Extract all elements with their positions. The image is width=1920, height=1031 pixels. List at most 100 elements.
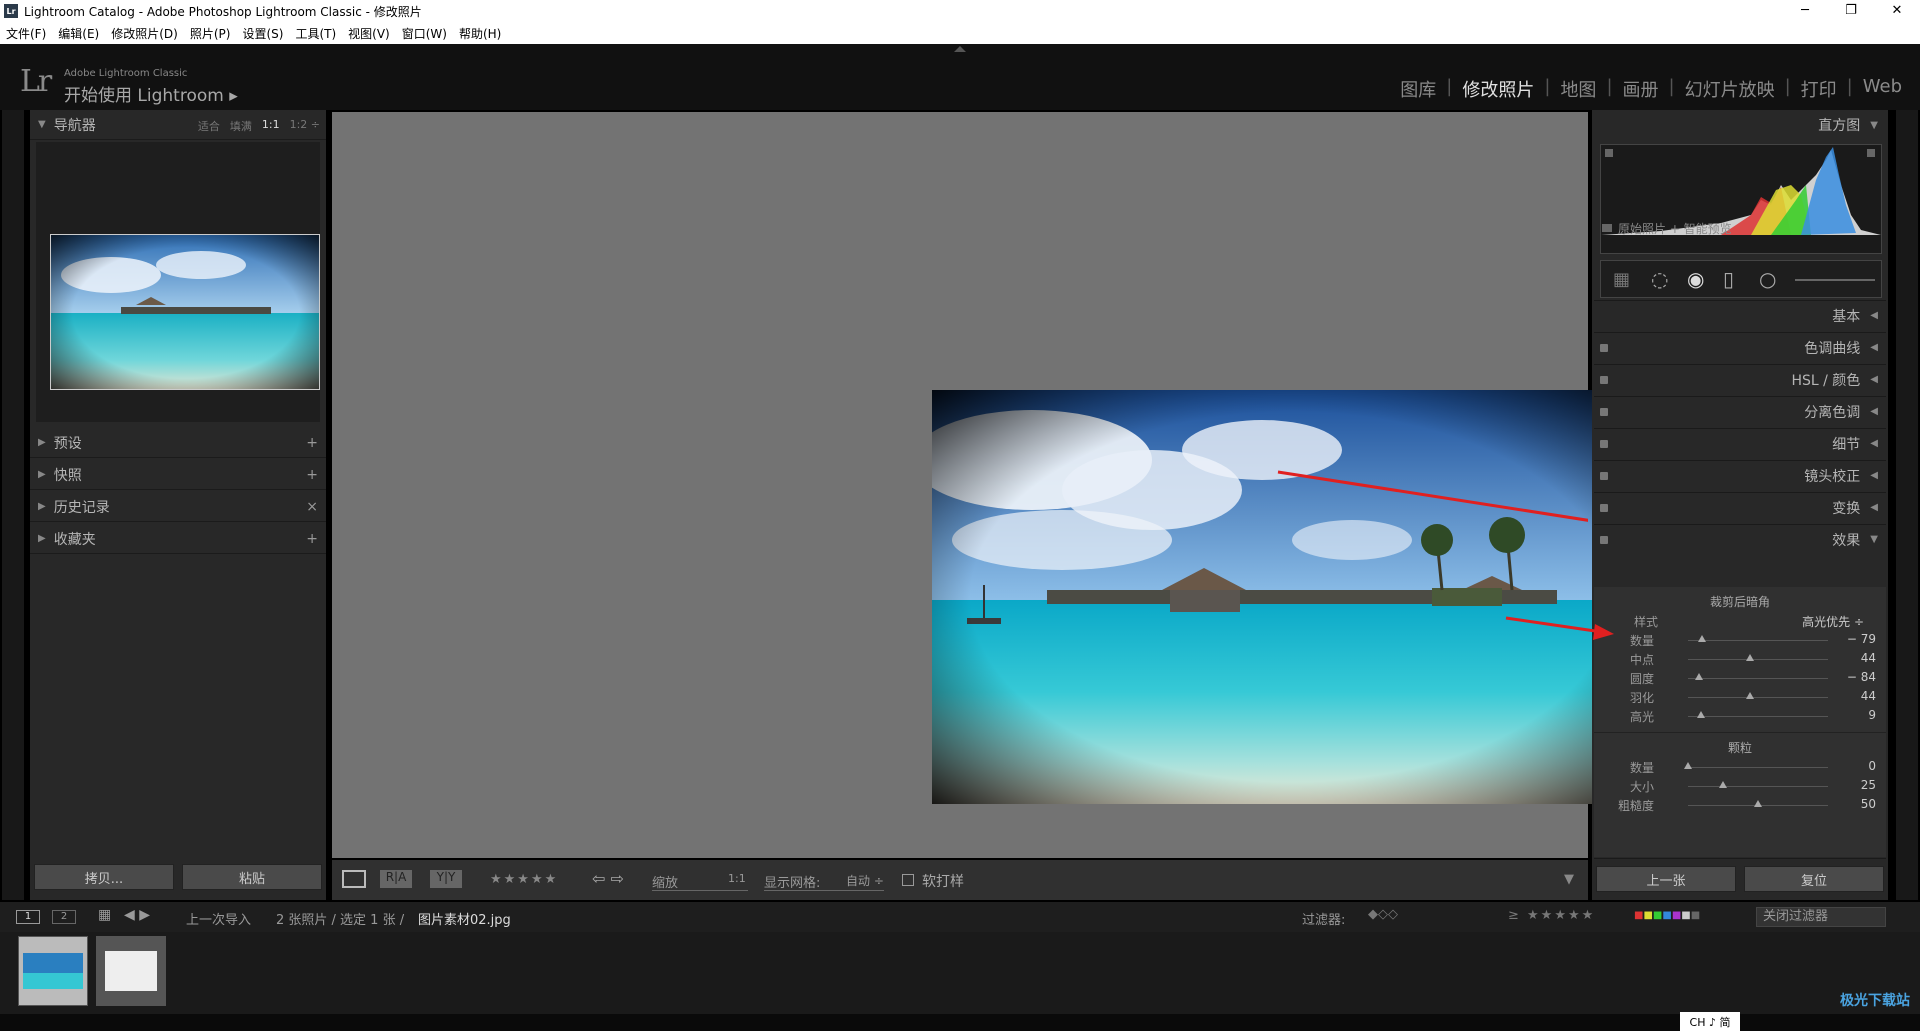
loupe-view-icon[interactable] bbox=[342, 870, 366, 888]
panel-switch-icon[interactable] bbox=[1600, 503, 1608, 512]
right-panel-3[interactable]: 分离色调 ◀ bbox=[1594, 396, 1886, 426]
before-after-tb-icon[interactable]: Y|Y bbox=[430, 870, 462, 888]
graduated-filter-icon[interactable]: ▯ bbox=[1723, 267, 1734, 291]
right-edge-toggle[interactable] bbox=[1896, 110, 1918, 900]
page1[interactable]: 1 bbox=[16, 910, 40, 924]
bottom-edge-toggle[interactable] bbox=[0, 1014, 1920, 1031]
menu-item-6[interactable]: 视图(V) bbox=[348, 25, 390, 42]
slider-粗糙度[interactable]: 粗糙度 50 bbox=[1594, 797, 1886, 815]
zoom-fill[interactable]: 填满 bbox=[230, 118, 252, 134]
right-panel-4[interactable]: 细节 ◀ bbox=[1594, 428, 1886, 458]
menu-item-1[interactable]: 编辑(E) bbox=[58, 25, 99, 42]
page2[interactable]: 2 bbox=[52, 910, 76, 924]
slider-thumb[interactable] bbox=[1696, 711, 1705, 718]
filename[interactable]: 图片素材02.jpg bbox=[418, 909, 511, 928]
menu-item-8[interactable]: 帮助(H) bbox=[459, 25, 501, 42]
slider-thumb[interactable] bbox=[1754, 800, 1762, 807]
grid-slider[interactable] bbox=[764, 890, 884, 891]
slider-value[interactable]: 25 bbox=[1836, 778, 1876, 792]
panel-action-icon[interactable]: + bbox=[306, 467, 318, 483]
slider-value[interactable]: − 84 bbox=[1836, 670, 1876, 684]
filmstrip-thumb-1[interactable] bbox=[18, 936, 88, 1006]
slider-track[interactable] bbox=[1688, 659, 1828, 660]
slider-thumb[interactable] bbox=[1698, 635, 1706, 642]
filmstrip-thumb-2[interactable] bbox=[96, 936, 166, 1006]
left-panel-2[interactable]: ▶ 历史记录 × bbox=[30, 492, 326, 522]
before-after-lr-icon[interactable]: R|A bbox=[380, 870, 412, 888]
right-panel-6[interactable]: 变换 ◀ bbox=[1594, 492, 1886, 522]
spot-removal-icon[interactable]: ◌ bbox=[1651, 267, 1668, 291]
slider-track[interactable] bbox=[1688, 678, 1828, 679]
crop-grid-icon[interactable]: ▦ bbox=[1613, 269, 1630, 290]
star-filter-icon[interactable]: ≥ ★★★★★ bbox=[1508, 908, 1595, 923]
menu-item-4[interactable]: 设置(S) bbox=[242, 25, 283, 42]
flag-filter-icon[interactable]: ◆◇◇ bbox=[1368, 907, 1398, 922]
grid-view-icon[interactable]: ▦ bbox=[98, 907, 111, 923]
panel-switch-icon[interactable] bbox=[1600, 343, 1608, 352]
module-6[interactable]: Web bbox=[1853, 76, 1912, 102]
left-edge-toggle[interactable] bbox=[2, 110, 24, 900]
panel-switch-icon[interactable] bbox=[1600, 375, 1608, 384]
source-label[interactable]: 上一次导入 bbox=[186, 909, 251, 928]
rating-stars-icon[interactable]: ★★★★★ bbox=[490, 872, 558, 887]
slider-大小[interactable]: 大小 25 bbox=[1594, 778, 1886, 796]
slider-value[interactable]: 0 bbox=[1836, 759, 1876, 773]
menu-item-7[interactable]: 窗口(W) bbox=[402, 25, 447, 42]
paste-button[interactable]: 粘贴 bbox=[182, 864, 322, 890]
minimize-icon[interactable]: ─ bbox=[1782, 0, 1828, 22]
color-filter-icon[interactable]: ■■■■■■■ bbox=[1634, 910, 1700, 921]
panel-action-icon[interactable]: × bbox=[306, 499, 318, 515]
top-panel-toggle-icon[interactable] bbox=[954, 46, 966, 52]
slider-value[interactable]: 44 bbox=[1836, 689, 1876, 703]
panel-switch-icon[interactable] bbox=[1600, 535, 1608, 544]
brush-slider[interactable] bbox=[1795, 279, 1875, 281]
module-4[interactable]: 幻灯片放映 bbox=[1675, 76, 1785, 102]
zoom-1-1[interactable]: 1:1 bbox=[262, 118, 280, 134]
navigator-header[interactable]: ▼ 导航器 适合 填满 1:1 1:2 ÷ bbox=[30, 110, 326, 140]
panel-switch-icon[interactable] bbox=[1600, 471, 1608, 480]
slider-track[interactable] bbox=[1688, 640, 1828, 641]
previous-button[interactable]: 上一张 bbox=[1596, 866, 1736, 892]
left-panel-3[interactable]: ▶ 收藏夹 + bbox=[30, 524, 326, 554]
left-panel-0[interactable]: ▶ 预设 + bbox=[30, 428, 326, 458]
back-arrow-icon[interactable]: ⇦ ⇨ bbox=[592, 869, 624, 888]
nav-arrows-icon[interactable]: ◀ ▶ bbox=[124, 907, 150, 923]
menu-item-5[interactable]: 工具(T) bbox=[295, 25, 336, 42]
menu-item-3[interactable]: 照片(P) bbox=[190, 25, 231, 42]
redeye-icon[interactable]: ◉ bbox=[1687, 267, 1704, 291]
slider-value[interactable]: 44 bbox=[1836, 651, 1876, 665]
module-1[interactable]: 修改照片 bbox=[1452, 76, 1544, 102]
panel-action-icon[interactable]: + bbox=[306, 435, 318, 451]
ime-indicator[interactable]: CH ♪ 简 bbox=[1680, 1012, 1740, 1031]
slider-中点[interactable]: 中点 44 bbox=[1594, 651, 1886, 669]
softproof-checkbox[interactable] bbox=[902, 874, 914, 886]
right-panel-1[interactable]: 色调曲线 ◀ bbox=[1594, 332, 1886, 362]
reset-button[interactable]: 复位 bbox=[1744, 866, 1884, 892]
slider-高光[interactable]: 高光 9 bbox=[1594, 708, 1886, 726]
identity-text[interactable]: 开始使用 Lightroom ▸ bbox=[64, 81, 238, 106]
slider-track[interactable] bbox=[1688, 697, 1828, 698]
image-canvas[interactable] bbox=[332, 112, 1652, 858]
menu-item-2[interactable]: 修改照片(D) bbox=[111, 25, 178, 42]
slider-track[interactable] bbox=[1688, 786, 1828, 787]
restore-icon[interactable]: ❐ bbox=[1828, 0, 1874, 22]
zoom-slider[interactable] bbox=[652, 890, 748, 891]
zoom-fit[interactable]: 适合 bbox=[198, 118, 220, 134]
slider-圆度[interactable]: 圆度 − 84 bbox=[1594, 670, 1886, 688]
filter-select[interactable]: 关闭过滤器 bbox=[1756, 907, 1886, 927]
style-select[interactable]: 高光优先 ÷ bbox=[1802, 613, 1864, 630]
module-2[interactable]: 地图 bbox=[1550, 76, 1606, 102]
zoom-1-2[interactable]: 1:2 ÷ bbox=[290, 118, 320, 134]
slider-数量[interactable]: 数量 0 bbox=[1594, 759, 1886, 777]
slider-track[interactable] bbox=[1688, 767, 1828, 768]
histogram[interactable] bbox=[1600, 144, 1882, 254]
module-0[interactable]: 图库 bbox=[1390, 76, 1446, 102]
navigator-preview[interactable] bbox=[36, 142, 320, 422]
slider-value[interactable]: 9 bbox=[1836, 708, 1876, 722]
slider-thumb[interactable] bbox=[1745, 692, 1754, 699]
panel-switch-icon[interactable] bbox=[1600, 407, 1608, 416]
left-panel-1[interactable]: ▶ 快照 + bbox=[30, 460, 326, 490]
toolbar-menu-icon[interactable]: ▼ bbox=[1564, 872, 1574, 887]
slider-数量[interactable]: 数量 − 79 bbox=[1594, 632, 1886, 650]
panel-switch-icon[interactable] bbox=[1600, 439, 1608, 448]
